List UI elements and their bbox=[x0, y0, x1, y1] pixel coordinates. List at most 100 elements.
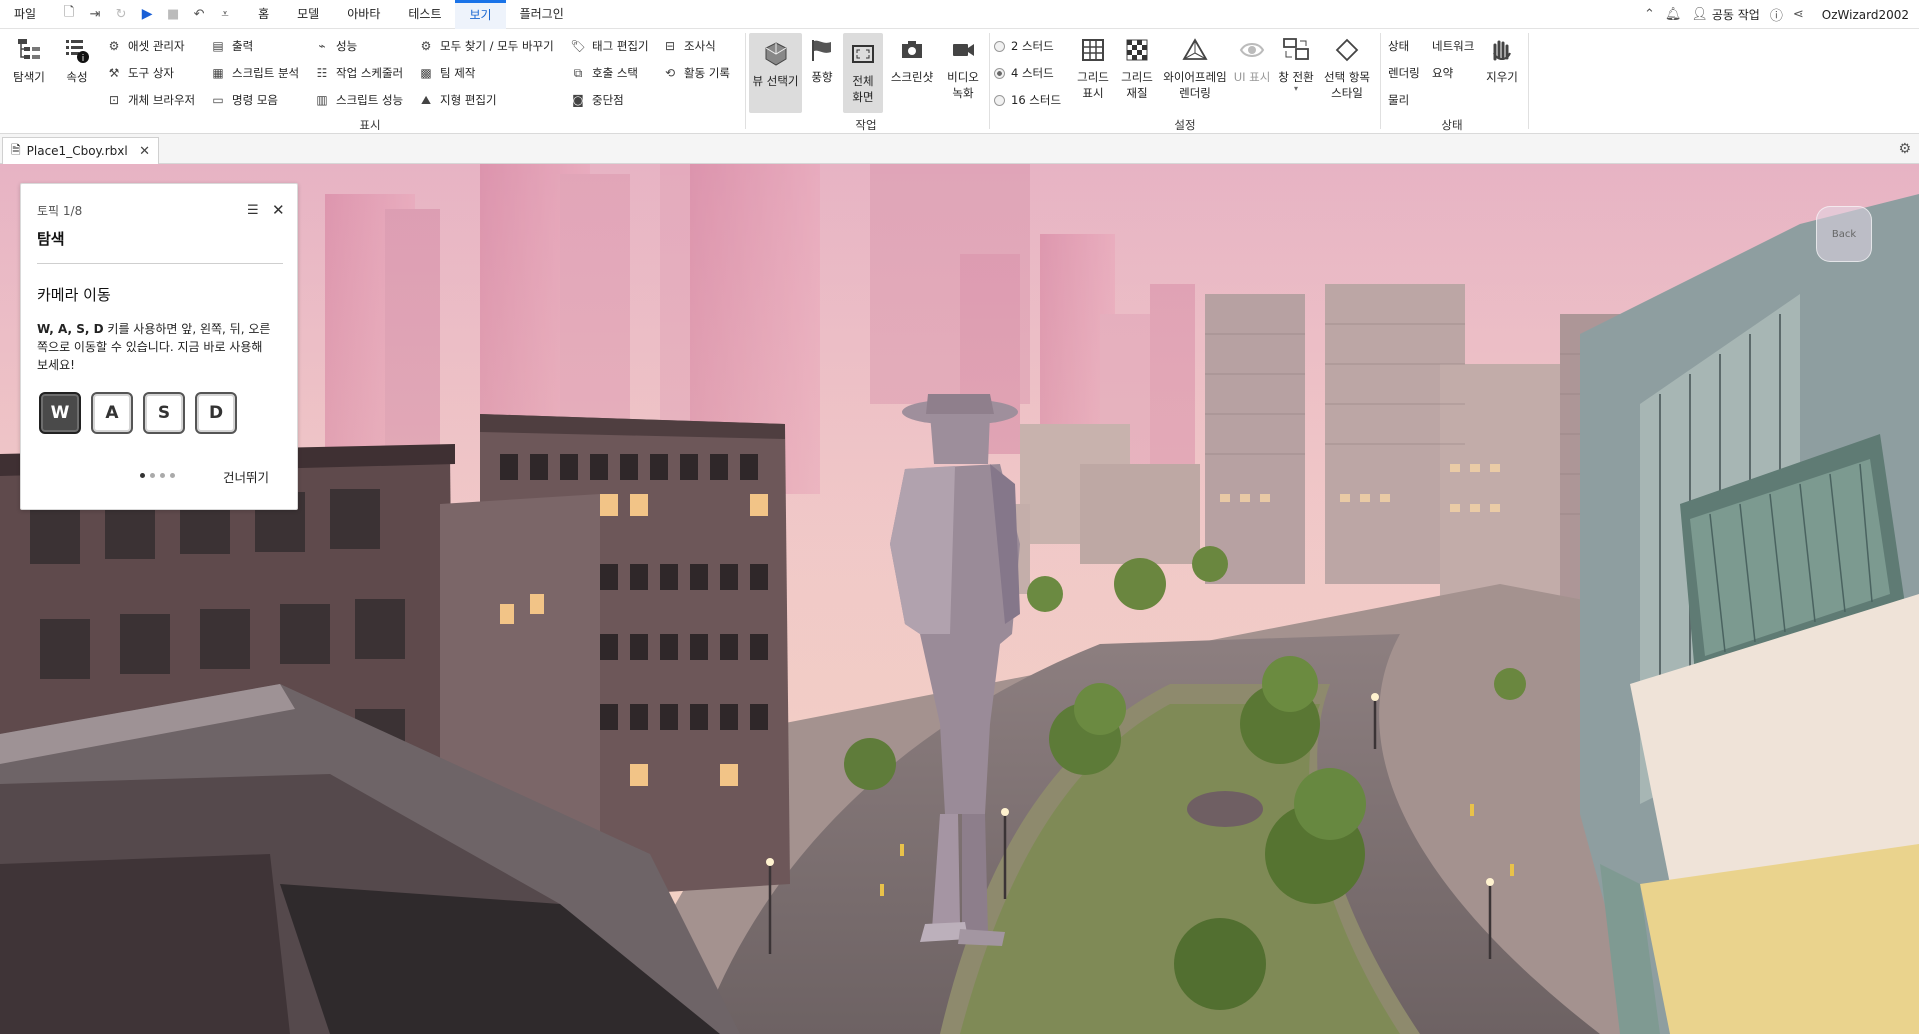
wireframe-button[interactable]: 와이어프레임 렌더링 bbox=[1160, 29, 1230, 113]
customize-icon[interactable]: ⩡ bbox=[214, 3, 236, 25]
menu-plugins[interactable]: 플러그인 bbox=[506, 0, 578, 29]
object-browser-button[interactable]: ⊡ 개체 브라우저 bbox=[106, 90, 195, 110]
wireframe-label-1: 와이어프레임 bbox=[1163, 70, 1227, 84]
physics-button[interactable]: 물리 bbox=[1388, 90, 1409, 110]
task-scheduler-icon: ☷ bbox=[316, 66, 328, 80]
collapse-ribbon-icon[interactable]: ⌃ bbox=[1644, 7, 1655, 22]
step-dot[interactable] bbox=[150, 473, 155, 478]
view-cube-label: Back bbox=[1831, 228, 1857, 240]
wind-button[interactable]: 풍향 bbox=[804, 29, 840, 113]
grid-material-button[interactable]: 그리드 재질 bbox=[1115, 29, 1159, 113]
explorer-icon bbox=[14, 35, 44, 65]
key-w: W bbox=[39, 392, 81, 434]
import-icon[interactable]: ⇥ bbox=[84, 3, 106, 25]
output-label: 출력 bbox=[232, 39, 254, 53]
document-tab[interactable]: 🗎 Place1_Cboy.rbxl ✕ bbox=[2, 137, 159, 164]
step-dot[interactable] bbox=[140, 473, 145, 478]
task-scheduler-button[interactable]: ☷ 작업 스케줄러 bbox=[314, 63, 404, 83]
view-selector-button[interactable]: 뷰 선택기 bbox=[749, 33, 802, 113]
stop-icon[interactable]: ■ bbox=[162, 3, 184, 25]
toolbox-button[interactable]: ⚒ 도구 상자 bbox=[106, 63, 174, 83]
username[interactable]: OzWizard2002 bbox=[1822, 8, 1909, 22]
screenshot-button[interactable]: 스크린샷 bbox=[887, 29, 937, 113]
task-scheduler-label: 작업 스케줄러 bbox=[336, 66, 404, 80]
share-icon[interactable]: ⋖ bbox=[1793, 7, 1804, 22]
menu-model[interactable]: 모델 bbox=[283, 0, 333, 29]
breakpoints-button[interactable]: ◙ 중단점 bbox=[570, 90, 624, 110]
toolbox-icon: ⚒ bbox=[108, 66, 120, 80]
quick-access-toolbar: 🗋 ⇥ ↻ ▶ ■ ↶ ⩡ bbox=[58, 3, 236, 25]
new-file-icon[interactable]: 🗋 bbox=[58, 3, 80, 25]
window-switch-button[interactable]: 창 전환 ▾ bbox=[1273, 29, 1319, 113]
output-icon: ▤ bbox=[212, 39, 224, 53]
ui-visibility-button[interactable]: UI 표시 bbox=[1231, 29, 1273, 113]
clear-button[interactable]: 지우기 bbox=[1480, 29, 1524, 113]
menu-file[interactable]: 파일 bbox=[0, 0, 50, 29]
show-grid-label-1: 그리드 bbox=[1077, 70, 1109, 84]
asset-manager-button[interactable]: ⚙ 애셋 관리자 bbox=[106, 36, 185, 56]
fountain bbox=[1187, 791, 1263, 827]
command-bar-icon: ▭ bbox=[212, 93, 224, 107]
watch-button[interactable]: ⊟ 조사식 bbox=[662, 36, 716, 56]
stud-4-radio[interactable]: 4 스터드 bbox=[994, 63, 1054, 83]
stud-16-radio[interactable]: 16 스터드 bbox=[994, 90, 1061, 110]
topic-list-icon[interactable]: ☰ bbox=[247, 203, 259, 218]
performance-label: 성능 bbox=[336, 39, 358, 53]
asset-manager-icon: ⚙ bbox=[108, 39, 120, 53]
redo-icon[interactable]: ↻ bbox=[110, 3, 132, 25]
properties-label: 속성 bbox=[66, 70, 88, 84]
menu-test[interactable]: 테스트 bbox=[394, 0, 455, 29]
document-tab-title: Place1_Cboy.rbxl bbox=[26, 144, 128, 158]
selection-style-label-1: 선택 항목 bbox=[1324, 70, 1370, 84]
toolbox-label: 도구 상자 bbox=[128, 66, 174, 80]
skip-button[interactable]: 건너뛰기 bbox=[223, 467, 269, 486]
stud-2-radio[interactable]: 2 스터드 bbox=[994, 36, 1054, 56]
output-button[interactable]: ▤ 출력 bbox=[210, 36, 253, 56]
find-replace-button[interactable]: ⚙ 모두 찾기 / 모두 바꾸기 bbox=[418, 36, 554, 56]
gear-icon[interactable]: ⚙ bbox=[1898, 141, 1911, 157]
call-stack-label: 호출 스택 bbox=[592, 66, 638, 80]
stats-label: 상태 bbox=[1388, 39, 1410, 53]
collaborate-button[interactable]: 👤︎ 공동 작업 bbox=[1691, 6, 1760, 23]
menu-view[interactable]: 보기 bbox=[455, 0, 506, 29]
stats-button[interactable]: 상태 bbox=[1388, 36, 1409, 56]
tutorial-step-counter: 토픽 1/8 bbox=[37, 204, 83, 218]
script-performance-button[interactable]: ▥ 스크립트 성능 bbox=[314, 90, 403, 110]
close-icon[interactable]: ✕ bbox=[272, 201, 285, 219]
menu-home[interactable]: 홈 bbox=[244, 0, 283, 29]
svg-text:i: i bbox=[82, 54, 85, 64]
selection-style-button[interactable]: 선택 항목 스타일 bbox=[1319, 29, 1375, 113]
menu-avatar[interactable]: 아바타 bbox=[333, 0, 394, 29]
call-stack-icon: ⧉ bbox=[573, 65, 583, 80]
activity-history-button[interactable]: ⟲ 활동 기록 bbox=[662, 63, 730, 83]
explorer-button[interactable]: 탐색기 bbox=[6, 29, 52, 113]
terrain-editor-button[interactable]: ⛰ 지형 편집기 bbox=[418, 90, 497, 110]
command-bar-button[interactable]: ▭ 명령 모음 bbox=[210, 90, 278, 110]
properties-button[interactable]: i 속성 bbox=[56, 29, 98, 113]
stud-16-label: 16 스터드 bbox=[1011, 93, 1062, 107]
team-create-button[interactable]: ▩ 팀 제작 bbox=[418, 63, 475, 83]
script-analysis-button[interactable]: ▦ 스크립트 분석 bbox=[210, 63, 299, 83]
show-grid-button[interactable]: 그리드 표시 bbox=[1071, 29, 1115, 113]
close-tab-icon[interactable]: ✕ bbox=[139, 144, 150, 159]
show-grid-label-2: 표시 bbox=[1082, 86, 1104, 100]
video-record-button[interactable]: 비디오 녹화 bbox=[940, 29, 986, 113]
help-icon[interactable]: ⓘ bbox=[1770, 5, 1783, 24]
network-button[interactable]: 네트워크 bbox=[1432, 36, 1474, 56]
file-icon: 🗎 bbox=[11, 142, 21, 157]
view-cube[interactable]: Back bbox=[1816, 206, 1872, 262]
tag-editor-button[interactable]: 🏷︎ 태그 편집기 bbox=[570, 36, 648, 56]
step-dot[interactable] bbox=[160, 473, 165, 478]
ui-visibility-label: UI 표시 bbox=[1233, 70, 1271, 84]
performance-button[interactable]: ⌁ 성능 bbox=[314, 36, 357, 56]
summary-button[interactable]: 요약 bbox=[1432, 63, 1453, 83]
script-performance-icon: ▥ bbox=[316, 93, 328, 107]
full-screen-button[interactable]: 전체 화면 bbox=[843, 33, 883, 113]
roblox-studio-window: 파일 🗋 ⇥ ↻ ▶ ■ ↶ ⩡ 홈 모델 아바타 테스트 보기 플러그인 ⌃ … bbox=[0, 0, 1919, 1034]
undo-icon[interactable]: ↶ bbox=[188, 3, 210, 25]
notification-bell-icon[interactable]: 🔔︎ bbox=[1665, 7, 1682, 22]
call-stack-button[interactable]: ⧉ 호출 스택 bbox=[570, 63, 638, 83]
step-dot[interactable] bbox=[170, 473, 175, 478]
render-button[interactable]: 렌더링 bbox=[1388, 63, 1420, 83]
play-icon[interactable]: ▶ bbox=[136, 3, 158, 25]
